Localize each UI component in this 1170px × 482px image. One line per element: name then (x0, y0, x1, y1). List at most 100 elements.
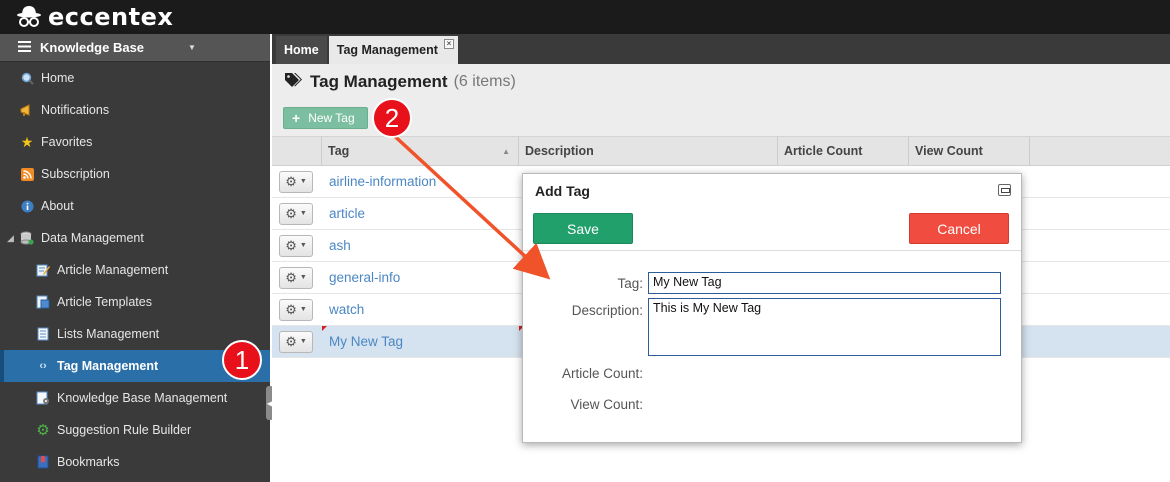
column-tag[interactable]: Tag ▲ (322, 137, 519, 165)
gear-icon: ⚙ (285, 301, 297, 317)
chevron-down-icon: ▼ (299, 274, 307, 281)
code-tag-icon: ‹› (39, 360, 47, 372)
sidebar-item-article-management[interactable]: Article Management (0, 254, 270, 286)
column-header-label: Tag (328, 144, 350, 158)
edit-document-icon (35, 262, 51, 278)
sidebar-item-label: Notifications (41, 103, 110, 117)
row-actions-button[interactable]: ⚙ ▼ (279, 266, 313, 289)
bookmark-icon (35, 454, 51, 470)
column-view-count[interactable]: View Count (909, 137, 1030, 165)
page-header: Tag Management (6 items) (272, 64, 1170, 100)
column-actions (272, 137, 322, 165)
row-actions-button[interactable]: ⚙ ▼ (279, 298, 313, 321)
sidebar-item-label: Article Templates (57, 295, 152, 309)
tab-label: Tag Management (336, 43, 438, 57)
chevron-down-icon: ▼ (299, 306, 307, 313)
description-textarea[interactable]: This is My New Tag (648, 298, 1001, 356)
row-actions-button[interactable]: ⚙ ▼ (279, 202, 313, 225)
cancel-button[interactable]: Cancel (909, 213, 1009, 244)
sidebar-item-label: Article Management (57, 263, 169, 277)
expanded-arrow-icon[interactable]: ◢ (7, 233, 14, 244)
tab-tag-management[interactable]: Tag Management × (328, 36, 458, 64)
sidebar-item-article-templates[interactable]: Article Templates (0, 286, 270, 318)
annotation-badge-1: 1 (222, 340, 262, 380)
sidebar-item-bookmarks[interactable]: Bookmarks (0, 446, 270, 478)
row-actions-button[interactable]: ⚙ ▼ (279, 330, 313, 353)
column-header-label: Article Count (784, 144, 863, 158)
row-actions-button[interactable]: ⚙ ▼ (279, 170, 313, 193)
knowledge-base-menu[interactable]: Knowledge Base ▼ (0, 34, 270, 62)
maximize-icon[interactable] (998, 184, 1011, 196)
column-description[interactable]: Description (519, 137, 778, 165)
magnifier-icon (19, 70, 35, 86)
sidebar-item-label: About (41, 199, 74, 213)
sidebar-item-notifications[interactable]: Notifications (0, 94, 270, 126)
top-bar: eccentex (0, 0, 1170, 34)
item-count: (6 items) (453, 73, 516, 90)
tab-home[interactable]: Home (276, 36, 327, 64)
sidebar-item-label: Data Management (41, 231, 144, 245)
dialog-title-bar[interactable]: Add Tag (523, 174, 1021, 207)
list-document-icon (35, 326, 51, 342)
gear-icon: ⚙ (285, 205, 297, 221)
tag-link[interactable]: airline-information (329, 174, 436, 189)
star-icon: ★ (20, 133, 34, 150)
tag-field-label: Tag: (617, 276, 643, 291)
sidebar-item-subscription[interactable]: Subscription (0, 158, 270, 190)
gear-icon: ⚙ (285, 269, 297, 285)
sidebar-item-label: Lists Management (57, 327, 160, 341)
tag-link[interactable]: watch (329, 302, 364, 317)
sidebar-item-suggestion-rule-builder[interactable]: ⚙ Suggestion Rule Builder (0, 414, 270, 446)
gear-icon: ⚙ (285, 173, 297, 189)
new-tag-button[interactable]: + New Tag (283, 107, 368, 129)
column-header-label: Description (525, 144, 594, 158)
dirty-cell-marker (322, 326, 327, 331)
chevron-down-icon: ▼ (299, 178, 307, 185)
description-field-label: Description: (571, 303, 643, 318)
tag-link[interactable]: ash (329, 238, 351, 253)
sidebar-item-label: Suggestion Rule Builder (57, 423, 192, 437)
page-title: Tag Management (310, 72, 448, 91)
template-icon (35, 294, 51, 310)
sidebar-item-label: Bookmarks (57, 455, 120, 469)
gear-icon: ⚙ (285, 237, 297, 253)
tab-label: Home (284, 43, 319, 57)
annotation-badge-2: 2 (372, 98, 412, 138)
gear-green-icon: ⚙ (36, 422, 50, 439)
sidebar-item-knowledge-base-management[interactable]: Knowledge Base Management (0, 382, 270, 414)
sidebar-item-label: Subscription (41, 167, 110, 181)
close-tab-icon[interactable]: × (443, 39, 454, 49)
rss-icon (19, 166, 35, 182)
dialog-title: Add Tag (535, 182, 590, 199)
add-tag-dialog: Add Tag Save Cancel Tag: My New Tag Desc… (522, 173, 1022, 443)
gear-icon: ⚙ (285, 333, 297, 349)
tag-link[interactable]: general-info (329, 270, 400, 285)
grid-header: Tag ▲ Description Article Count View Cou… (272, 136, 1170, 166)
kb-settings-icon (35, 390, 51, 406)
tag-input[interactable]: My New Tag (648, 272, 1001, 294)
sidebar-item-home[interactable]: Home (0, 62, 270, 94)
sidebar-item-about[interactable]: About (0, 190, 270, 222)
sidebar-item-data-management[interactable]: ◢ Data Management (0, 222, 270, 254)
column-article-count[interactable]: Article Count (778, 137, 909, 165)
megaphone-icon (19, 102, 35, 118)
hamburger-icon (18, 40, 32, 55)
sidebar-item-label: Knowledge Base Management (57, 391, 228, 405)
sidebar-item-label: Tag Management (57, 359, 159, 373)
sidebar-item-favorites[interactable]: ★ Favorites (0, 126, 270, 158)
dialog-button-bar: Save Cancel (523, 207, 1021, 251)
new-tag-label: New Tag (308, 111, 355, 125)
sidebar-item-label: Favorites (41, 135, 93, 149)
row-actions-button[interactable]: ⚙ ▼ (279, 234, 313, 257)
brand-name: eccentex (48, 3, 174, 31)
tag-link[interactable]: article (329, 206, 365, 221)
chevron-down-icon: ▼ (299, 338, 307, 345)
save-button[interactable]: Save (533, 213, 633, 244)
sidebar: Knowledge Base ▼ Home Notifications ★ Fa… (0, 34, 270, 482)
knowledge-base-label: Knowledge Base (40, 40, 145, 55)
eccentex-logo[interactable]: eccentex (16, 3, 173, 31)
chevron-down-icon: ▼ (188, 43, 196, 52)
chevron-down-icon: ▼ (299, 242, 307, 249)
hat-glasses-logo-icon (16, 4, 42, 30)
tag-link[interactable]: My New Tag (329, 334, 403, 349)
